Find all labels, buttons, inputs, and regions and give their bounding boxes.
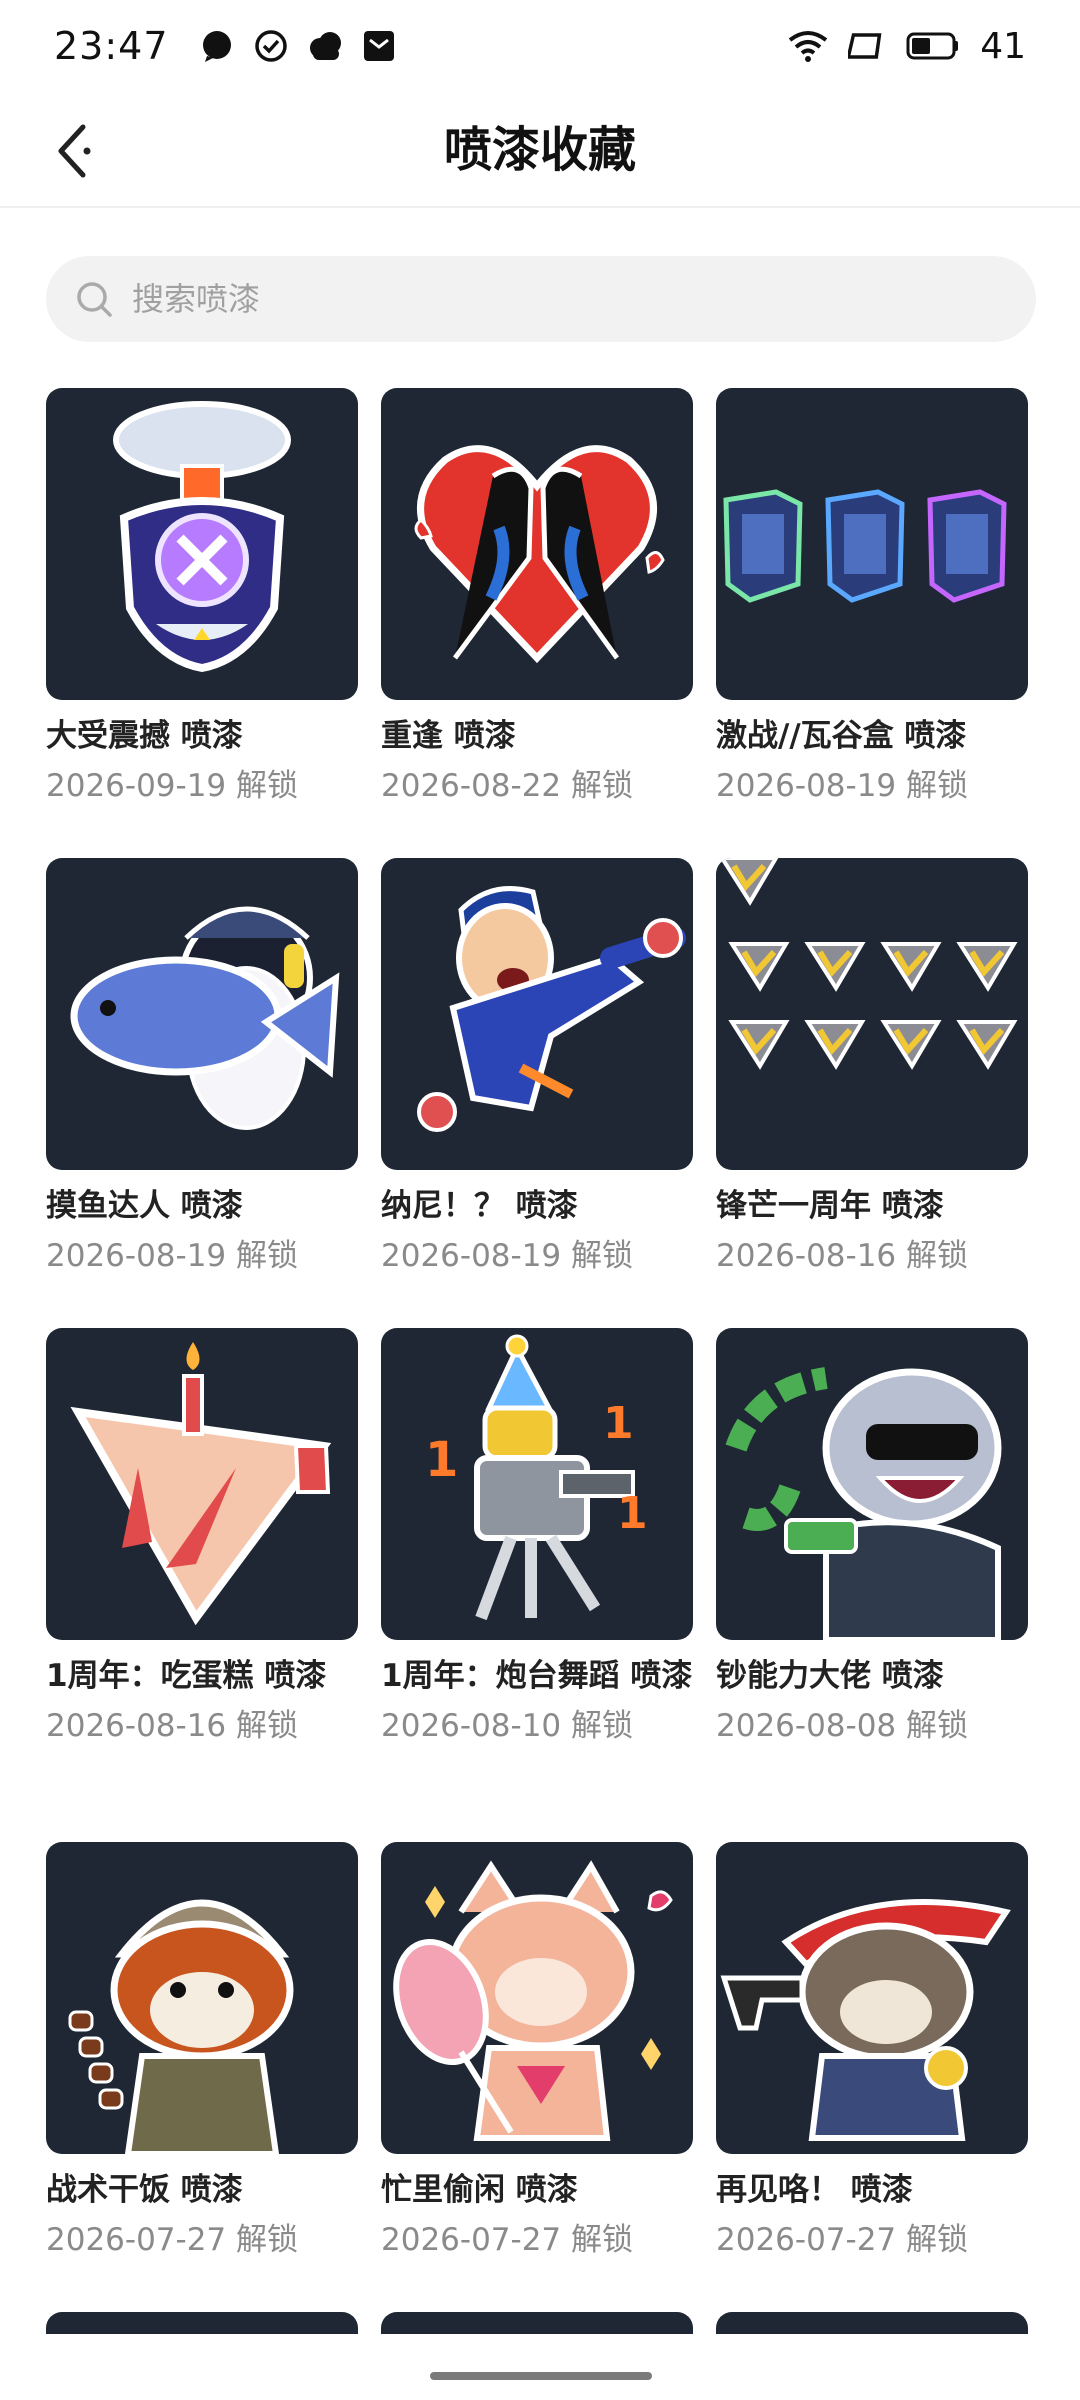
svg-text:1: 1 bbox=[617, 1488, 648, 1539]
status-right: 41 bbox=[788, 26, 1026, 67]
spray-thumbnail bbox=[46, 858, 358, 1170]
search-input[interactable] bbox=[132, 280, 932, 318]
spray-thumbnail bbox=[381, 1842, 693, 2154]
cloud-icon bbox=[309, 32, 341, 60]
spray-thumbnail bbox=[46, 1328, 358, 1640]
spray-unlock-date: 2026-07-27 解锁 bbox=[46, 2222, 299, 2258]
spray-collection-screen: 23:47 41 喷漆收藏 搜索喷漆 大受震撼 喷漆 2026-09-19 解锁… bbox=[0, 0, 1080, 2400]
spray-title: 再见咯！ 喷漆 bbox=[716, 2172, 913, 2208]
spray-thumbnail bbox=[46, 2312, 358, 2334]
spray-card-partial[interactable] bbox=[381, 2312, 693, 2334]
spray-title: 摸鱼达人 喷漆 bbox=[46, 1188, 243, 1224]
message-icon bbox=[202, 31, 231, 62]
spray-thumbnail bbox=[716, 1328, 1028, 1640]
search-bar[interactable] bbox=[46, 256, 1036, 342]
spray-title: 激战//瓦谷盒 喷漆 bbox=[716, 718, 967, 754]
search-icon bbox=[77, 282, 112, 317]
spray-title: 锋芒一周年 喷漆 bbox=[716, 1188, 944, 1224]
cat-fan-spray-art bbox=[393, 1860, 673, 2141]
spray-thumbnail bbox=[46, 1842, 358, 2154]
spray-thumbnail bbox=[381, 2312, 693, 2334]
spray-card[interactable]: 1 1 1 1周年：炮台舞蹈 喷漆 2026-08-10 解锁 bbox=[381, 1328, 693, 1748]
shocked-agent-spray-art bbox=[417, 886, 686, 1132]
cake-spray-art bbox=[70, 1342, 332, 1626]
screen-rotation-icon bbox=[848, 33, 882, 59]
spray-card[interactable]: 摸鱼达人 喷漆 2026-08-19 解锁 bbox=[46, 858, 358, 1278]
nuke-helmet-spray-art bbox=[113, 401, 291, 673]
home-indicator[interactable] bbox=[430, 2372, 652, 2380]
top-app-bar: 喷漆收藏 bbox=[0, 92, 1080, 208]
spray-unlock-date: 2026-07-27 解锁 bbox=[381, 2222, 634, 2258]
spray-card[interactable]: 钞能力大佬 喷漆 2026-08-08 解锁 bbox=[716, 1328, 1028, 1748]
spray-title: 重逢 喷漆 bbox=[381, 718, 516, 754]
spray-unlock-date: 2026-08-19 解锁 bbox=[46, 1238, 299, 1274]
spray-unlock-date: 2026-09-19 解锁 bbox=[46, 768, 299, 804]
spray-thumbnail bbox=[716, 2312, 1028, 2334]
spray-unlock-date: 2026-07-27 解锁 bbox=[716, 2222, 969, 2258]
spray-title: 忙里偷闲 喷漆 bbox=[381, 2172, 578, 2208]
spray-thumbnail: 1 1 1 bbox=[381, 1328, 693, 1640]
spray-thumbnail bbox=[716, 388, 1028, 700]
boxes-spray-art bbox=[723, 489, 1007, 603]
status-time: 23:47 bbox=[54, 24, 169, 68]
spray-unlock-date: 2026-08-16 解锁 bbox=[46, 1708, 299, 1744]
check-circle-icon bbox=[254, 30, 287, 62]
spray-card[interactable]: 1周年：吃蛋糕 喷漆 2026-08-16 解锁 bbox=[46, 1328, 358, 1748]
red-panda-spray-art bbox=[68, 1899, 294, 2154]
battery-level: 41 bbox=[980, 25, 1026, 67]
raccoon-gun-spray-art bbox=[720, 1899, 1011, 2141]
spray-card-partial[interactable] bbox=[46, 2312, 358, 2334]
mail-icon bbox=[363, 31, 394, 61]
svg-text:1: 1 bbox=[603, 1398, 634, 1449]
spray-card-partial[interactable] bbox=[716, 2312, 1028, 2334]
turret-spray-art: 1 1 1 bbox=[425, 1334, 648, 1621]
spray-card[interactable]: 纳尼！？ 喷漆 2026-08-19 解锁 bbox=[381, 858, 693, 1278]
wifi-icon bbox=[788, 31, 828, 62]
spray-thumbnail bbox=[46, 388, 358, 700]
spray-unlock-date: 2026-08-16 解锁 bbox=[716, 1238, 969, 1274]
status-bar: 23:47 41 bbox=[0, 0, 1080, 92]
spray-title: 1周年：吃蛋糕 喷漆 bbox=[46, 1658, 327, 1694]
spray-thumbnail bbox=[381, 388, 693, 700]
spray-card[interactable]: 重逢 喷漆 2026-08-22 解锁 bbox=[381, 388, 693, 808]
spray-card[interactable]: 忙里偷闲 喷漆 2026-07-27 解锁 bbox=[381, 1842, 693, 2262]
spray-unlock-date: 2026-08-19 解锁 bbox=[381, 1238, 634, 1274]
spray-unlock-date: 2026-08-10 解锁 bbox=[381, 1708, 634, 1744]
spray-unlock-date: 2026-08-08 解锁 bbox=[716, 1708, 969, 1744]
page-title: 喷漆收藏 bbox=[443, 122, 636, 178]
spray-card[interactable]: 大受震撼 喷漆 2026-09-19 解锁 bbox=[46, 388, 358, 808]
ranks-spray-art bbox=[719, 858, 1028, 1170]
spray-title: 战术干饭 喷漆 bbox=[46, 2172, 243, 2208]
spray-unlock-date: 2026-08-22 解锁 bbox=[381, 768, 634, 804]
rich-sloth-spray-art bbox=[725, 1367, 1002, 1640]
spray-card[interactable]: 再见咯！ 喷漆 2026-07-27 解锁 bbox=[716, 1842, 1028, 2262]
spray-title: 纳尼！？ 喷漆 bbox=[381, 1188, 578, 1224]
spray-title: 钞能力大佬 喷漆 bbox=[716, 1658, 944, 1694]
battery-icon bbox=[906, 32, 959, 60]
spray-card[interactable]: 锋芒一周年 喷漆 2026-08-16 解锁 bbox=[716, 858, 1028, 1278]
notification-icons bbox=[199, 28, 397, 64]
spray-thumbnail bbox=[381, 858, 693, 1170]
spray-title: 大受震撼 喷漆 bbox=[46, 718, 243, 754]
spray-thumbnail bbox=[716, 858, 1028, 1170]
heart-magpies-spray-art bbox=[414, 445, 665, 664]
spray-card[interactable]: 战术干饭 喷漆 2026-07-27 解锁 bbox=[46, 1842, 358, 2262]
svg-text:1: 1 bbox=[425, 1432, 458, 1488]
penguin-fish-spray-art bbox=[70, 906, 340, 1130]
spray-card[interactable]: 激战//瓦谷盒 喷漆 2026-08-19 解锁 bbox=[716, 388, 1028, 808]
spray-title: 1周年：炮台舞蹈 喷漆 bbox=[381, 1658, 693, 1694]
spray-thumbnail bbox=[716, 1842, 1028, 2154]
spray-unlock-date: 2026-08-19 解锁 bbox=[716, 768, 969, 804]
